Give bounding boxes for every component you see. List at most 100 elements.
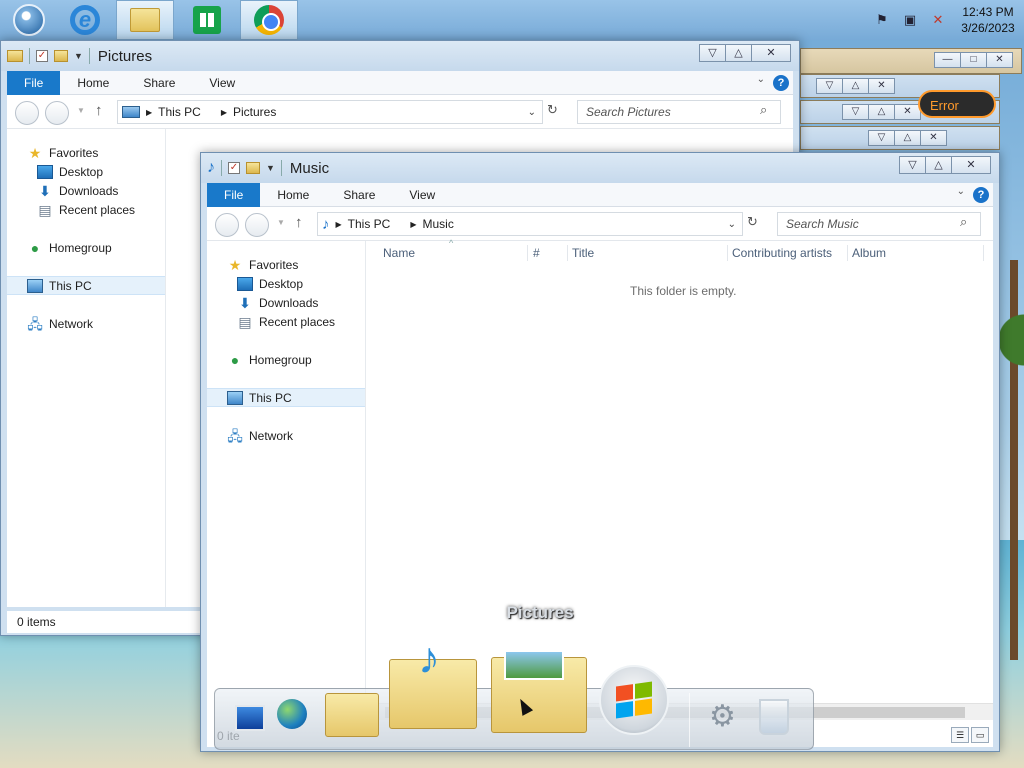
address-bar[interactable]: ▶ This PC ▶ Pictures ⌄	[117, 100, 543, 124]
flag-icon[interactable]: ⚑	[874, 12, 890, 28]
breadcrumb-this-pc[interactable]: This PC	[158, 105, 201, 119]
search-input[interactable]: Search Music	[777, 212, 981, 236]
refresh-icon[interactable]: ↻	[747, 214, 758, 230]
nav-favorites[interactable]: ★ Favorites	[7, 143, 165, 162]
dock-documents[interactable]	[325, 693, 379, 737]
nav-downloads[interactable]: ⬇ Downloads	[7, 181, 165, 200]
tab-home[interactable]: Home	[60, 71, 126, 95]
column-header-name[interactable]: Name	[383, 241, 415, 265]
breadcrumb-this-pc[interactable]: This PC	[348, 217, 391, 231]
address-bar[interactable]: ♪ ▶ This PC ▶ Music ⌄	[317, 212, 743, 236]
address-dropdown-icon[interactable]: ⌄	[528, 107, 536, 118]
nav-recent-places[interactable]: ▤ Recent places	[207, 312, 365, 331]
back-button[interactable]	[15, 101, 39, 125]
column-header-contributing-artists[interactable]: Contributing artists	[732, 241, 832, 265]
column-header-album[interactable]: Album	[852, 241, 886, 265]
dock-network[interactable]	[277, 699, 307, 729]
column-header-number[interactable]: #	[533, 241, 540, 265]
expand-ribbon-icon[interactable]: ⌄	[957, 186, 965, 197]
pictures-titlebar[interactable]: ✓ ▼ Pictures ▽ △ ✕	[1, 41, 799, 71]
dock-settings[interactable]: ⚙	[709, 699, 736, 734]
expand-ribbon-icon[interactable]: ⌄	[757, 74, 765, 85]
nav-desktop[interactable]: Desktop	[207, 274, 365, 293]
dropdown-button[interactable]: ▽	[842, 104, 869, 120]
refresh-icon[interactable]: ↻	[547, 102, 558, 118]
details-view-button[interactable]: ☰	[951, 727, 969, 743]
recent-locations-icon[interactable]: ▼	[277, 218, 285, 227]
dropdown-button[interactable]: ▽	[868, 130, 895, 146]
nav-recent-places[interactable]: ▤ Recent places	[7, 200, 165, 219]
music-note-icon[interactable]: ♪	[207, 159, 215, 177]
new-folder-icon[interactable]	[246, 162, 260, 174]
tab-file[interactable]: File	[207, 182, 261, 207]
tab-share[interactable]: Share	[126, 71, 192, 95]
help-icon[interactable]: ?	[973, 187, 989, 203]
nav-this-pc[interactable]: This PC	[207, 388, 365, 407]
dock-computer[interactable]	[235, 705, 265, 731]
clock[interactable]: 12:43 PM 3/26/2023	[952, 4, 1024, 36]
address-dropdown-icon[interactable]: ⌄	[728, 219, 736, 230]
nav-favorites[interactable]: ★ Favorites	[207, 255, 365, 274]
tab-home[interactable]: Home	[260, 183, 326, 207]
up-arrow-icon[interactable]: ↑	[295, 214, 303, 231]
back-button[interactable]	[215, 213, 239, 237]
taskbar-chrome[interactable]	[240, 0, 298, 40]
close-button[interactable]: ✕	[894, 104, 921, 120]
taskbar-internet-explorer[interactable]: e	[56, 0, 114, 40]
restore-button[interactable]: △	[868, 104, 895, 120]
window-menu-icon[interactable]	[7, 50, 23, 62]
search-icon[interactable]: ⌕	[760, 102, 767, 118]
nav-homegroup[interactable]: ● Homegroup	[7, 238, 165, 257]
maximize-button[interactable]: □	[960, 52, 987, 68]
large-icons-view-button[interactable]: ▭	[971, 727, 989, 743]
search-icon[interactable]: ⌕	[960, 214, 967, 230]
close-button[interactable]: ✕	[951, 156, 991, 174]
taskbar-file-explorer[interactable]	[116, 0, 174, 40]
volume-muted-icon[interactable]: ✕	[930, 12, 946, 28]
close-button[interactable]: ✕	[751, 44, 791, 62]
forward-button[interactable]	[45, 101, 69, 125]
dock-music[interactable]: ♪	[389, 634, 477, 729]
properties-icon[interactable]: ✓	[228, 162, 240, 174]
new-folder-icon[interactable]	[54, 50, 68, 62]
music-window[interactable]: ♪ ✓ ▼ Music ▽ △ ✕ File Home Share View ⌄ ?…	[200, 152, 1000, 752]
nav-network[interactable]: 🖧 Network	[7, 314, 165, 333]
tab-view[interactable]: View	[392, 183, 452, 207]
restore-button[interactable]: △	[894, 130, 921, 146]
breadcrumb-pictures[interactable]: Pictures	[233, 105, 276, 119]
tab-file[interactable]: File	[7, 70, 61, 95]
search-input[interactable]: Search Pictures	[577, 100, 781, 124]
maximize-button[interactable]: △	[725, 44, 752, 62]
dropdown-button[interactable]: ▽	[816, 78, 843, 94]
nav-homegroup[interactable]: ● Homegroup	[207, 350, 365, 369]
minimize-button[interactable]: ▽	[899, 156, 926, 174]
nav-network[interactable]: 🖧 Network	[207, 426, 365, 445]
close-button[interactable]: ✕	[868, 78, 895, 94]
taskbar-store[interactable]	[178, 0, 236, 40]
column-header-title[interactable]: Title	[572, 241, 594, 265]
tab-view[interactable]: View	[192, 71, 252, 95]
close-button[interactable]: ✕	[986, 52, 1013, 68]
customize-toolbar-icon[interactable]: ▼	[74, 51, 83, 61]
up-arrow-icon[interactable]: ↑	[95, 102, 103, 119]
maximize-button[interactable]: △	[925, 156, 952, 174]
background-window-1[interactable]: — □ ✕	[800, 48, 1022, 74]
customize-toolbar-icon[interactable]: ▼	[266, 163, 275, 173]
nav-this-pc[interactable]: This PC	[7, 276, 165, 295]
tab-share[interactable]: Share	[326, 183, 392, 207]
close-button[interactable]: ✕	[920, 130, 947, 146]
start-button[interactable]	[0, 0, 58, 40]
help-icon[interactable]: ?	[773, 75, 789, 91]
nav-downloads[interactable]: ⬇ Downloads	[207, 293, 365, 312]
minimize-button[interactable]: —	[934, 52, 961, 68]
dock-recycle-bin[interactable]	[759, 699, 789, 735]
music-titlebar[interactable]: ♪ ✓ ▼ Music ▽ △ ✕	[201, 153, 999, 183]
minimize-button[interactable]: ▽	[699, 44, 726, 62]
dock-start[interactable]	[599, 665, 669, 735]
nav-desktop[interactable]: Desktop	[7, 162, 165, 181]
background-window-4[interactable]: ▽ △ ✕	[800, 126, 1000, 150]
recent-locations-icon[interactable]: ▼	[77, 106, 85, 115]
breadcrumb-music[interactable]: Music	[423, 217, 454, 231]
forward-button[interactable]	[245, 213, 269, 237]
restore-button[interactable]: △	[842, 78, 869, 94]
